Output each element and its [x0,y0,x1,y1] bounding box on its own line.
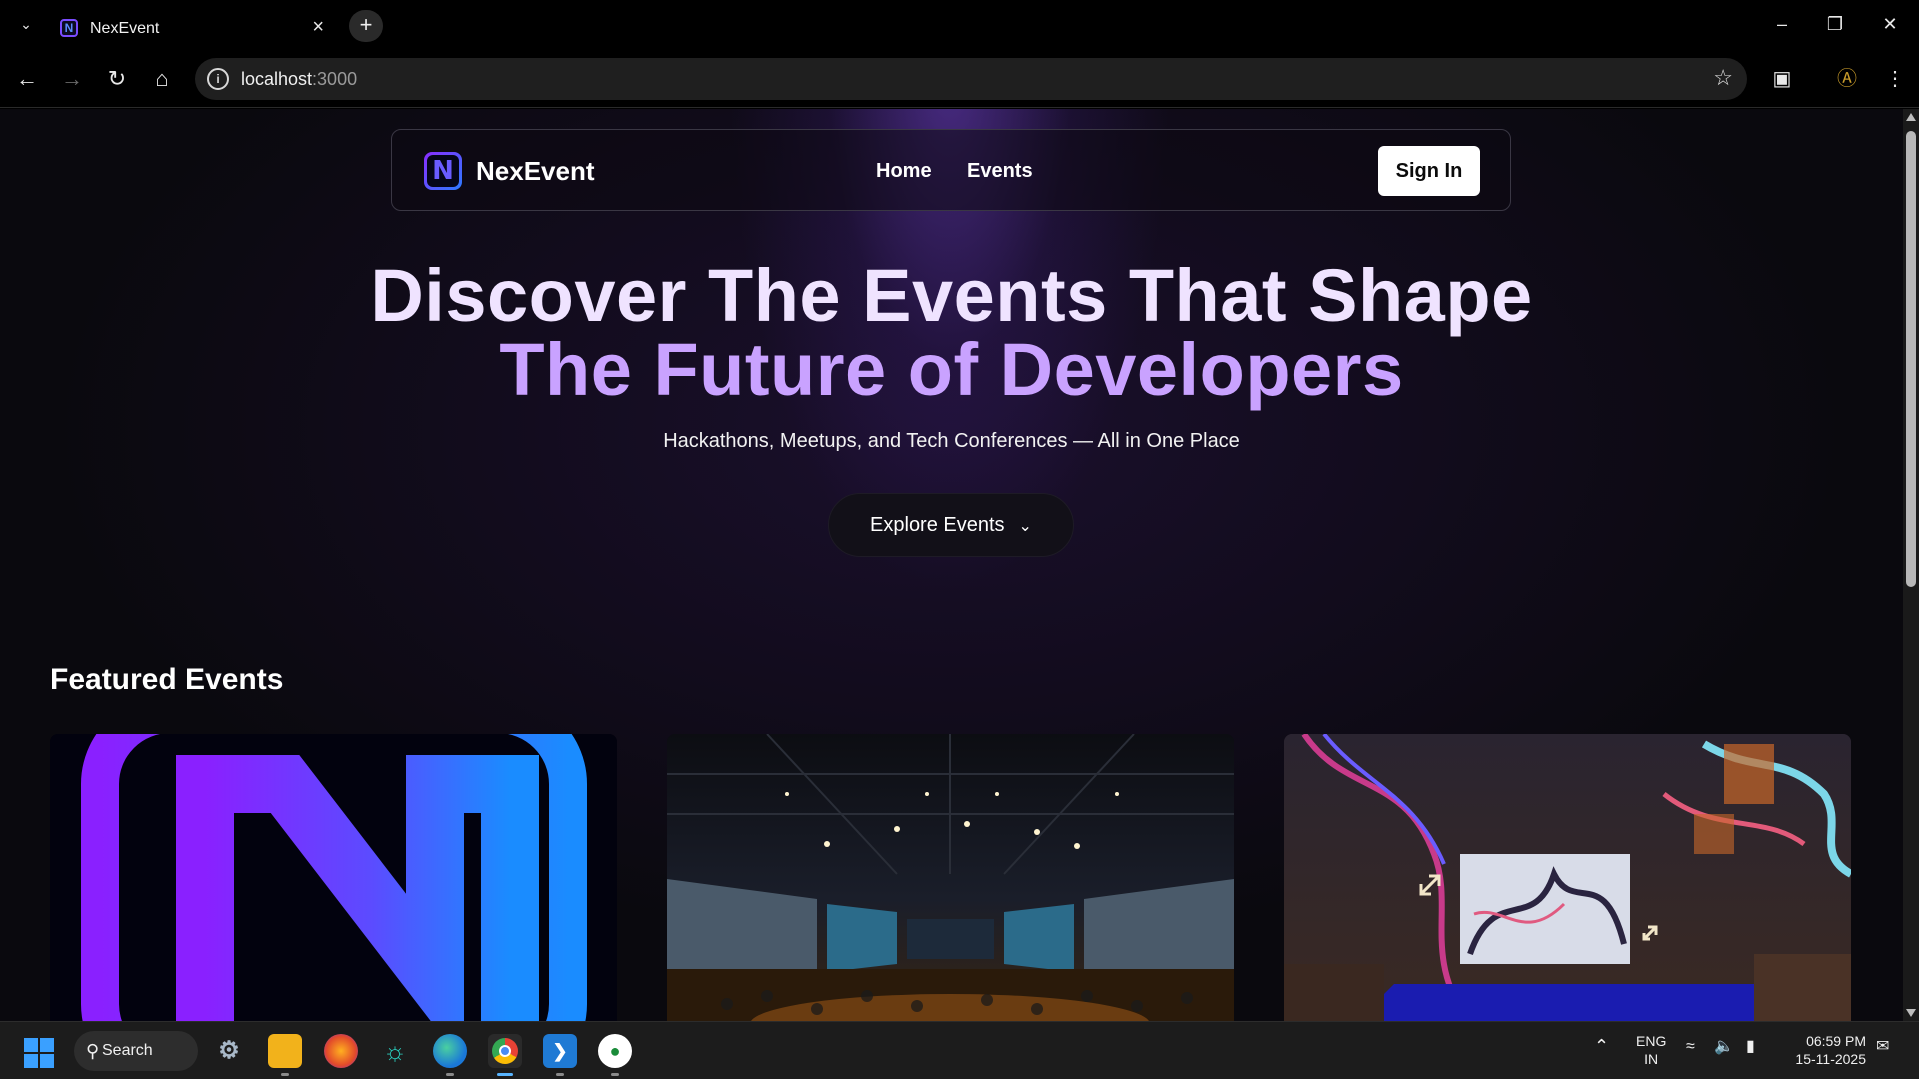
search-icon: ⚲ [86,1041,100,1061]
tab-search-chevron-icon[interactable]: ⌄ [14,12,38,36]
taskbar-search-box[interactable]: ⚲ Search [74,1031,198,1071]
scrollbar-thumb[interactable] [1906,131,1916,587]
new-tab-button[interactable]: + [349,10,383,42]
browser-menu-icon[interactable]: ⋮ [1880,64,1910,94]
nav-link-events[interactable]: Events [967,160,1033,183]
page-scrollbar[interactable] [1903,109,1919,1021]
window-close-icon[interactable]: ✕ [1870,10,1910,38]
minimize-icon[interactable]: – [1762,10,1802,38]
home-icon[interactable]: ⌂ [147,64,177,94]
file-explorer-icon[interactable] [268,1034,302,1076]
volume-icon[interactable]: 🔈 [1714,1036,1734,1056]
scroll-up-arrow-icon[interactable] [1906,113,1916,121]
tray-overflow-chevron-icon[interactable]: ⌃ [1594,1036,1609,1057]
chrome-icon[interactable] [488,1034,522,1076]
clock-date: 15-11-2025 [1795,1051,1866,1067]
tab-title: NexEvent [90,20,160,37]
hero-title-line-1: Discover The Events That Shape [370,254,1533,337]
explore-events-label: Explore Events [870,514,1005,536]
wifi-icon[interactable]: ≈ [1686,1038,1695,1056]
battery-icon[interactable]: ▮ [1746,1036,1755,1056]
browser-tab[interactable]: N NexEvent × [48,8,338,50]
scroll-down-arrow-icon[interactable] [1906,1009,1916,1017]
event-card-image-1[interactable] [50,734,617,1021]
windows-taskbar: ⚲ Search ⚙ ☼ ❯ ● ⌃ ENG IN ≈ 🔈 ▮ 06:59 PM… [0,1021,1919,1079]
sign-in-button[interactable]: Sign In [1378,146,1480,196]
browser-tab-strip: ⌄ N NexEvent × + – ❐ ✕ [0,0,1919,50]
restore-icon[interactable]: ❐ [1815,10,1855,38]
vscode-icon[interactable]: ❯ [543,1034,577,1076]
immersive-stage-image [1284,734,1851,1021]
page-viewport: N NexEvent Home Events Sign In Discover … [0,109,1903,1021]
site-navbar: N NexEvent Home Events Sign In [391,129,1511,211]
url-host: localhost [241,69,313,89]
cursor-app-icon[interactable]: ☼ [378,1034,412,1068]
hero-title-line-2: The Future of Developers [499,328,1404,411]
event-card-image-2[interactable] [667,734,1234,1021]
firefox-icon[interactable] [324,1034,358,1068]
taskbar-search-label: Search [102,1042,153,1059]
edge-icon[interactable] [433,1034,467,1076]
clock[interactable]: 06:59 PM 15-11-2025 [1786,1032,1866,1068]
reload-icon[interactable]: ↻ [102,64,132,94]
screen: ⌄ N NexEvent × + – ❐ ✕ ← → ↻ ⌂ i localho… [0,0,1919,1079]
clock-time: 06:59 PM [1806,1033,1866,1049]
nav-link-home[interactable]: Home [876,160,932,183]
settings-gear-icon[interactable]: ⚙ [212,1034,246,1068]
url-text: localhost:3000 [241,69,357,90]
language-indicator[interactable]: ENG IN [1636,1032,1666,1068]
tab-favicon-icon: N [60,19,78,37]
featured-events-heading: Featured Events [50,663,284,696]
brand-name[interactable]: NexEvent [476,156,595,187]
brand-logo-icon[interactable]: N [424,152,462,190]
tab-close-icon[interactable]: × [312,16,324,39]
language-code: ENG [1636,1033,1667,1049]
explore-events-button[interactable]: Explore Events ⌄ [828,493,1074,557]
logo-letter: N [427,155,459,187]
notifications-icon[interactable]: ✉ [1876,1036,1889,1056]
nexevent-logo-image [50,734,617,1021]
browser-toolbar: ← → ↻ ⌂ i localhost:3000 ☆ ▣ Ⓐ ⋮ [0,50,1919,108]
mongodb-compass-icon[interactable]: ● [598,1034,632,1076]
bookmark-star-icon[interactable]: ☆ [1713,65,1733,91]
address-bar[interactable]: i localhost:3000 ☆ [195,58,1747,100]
chevron-down-icon: ⌄ [1018,518,1032,535]
url-port: :3000 [312,69,358,89]
site-info-icon[interactable]: i [207,68,229,90]
conference-hall-image [667,734,1234,1021]
hero-subtitle: Hackathons, Meetups, and Tech Conference… [663,430,1240,452]
profile-avatar-icon[interactable]: Ⓐ [1832,64,1862,94]
forward-icon[interactable]: → [57,64,87,94]
extensions-icon[interactable]: ▣ [1767,64,1797,94]
windows-start-icon[interactable] [24,1038,54,1068]
region-code: IN [1644,1051,1659,1067]
event-card-image-3[interactable] [1284,734,1851,1021]
back-icon[interactable]: ← [12,64,42,94]
